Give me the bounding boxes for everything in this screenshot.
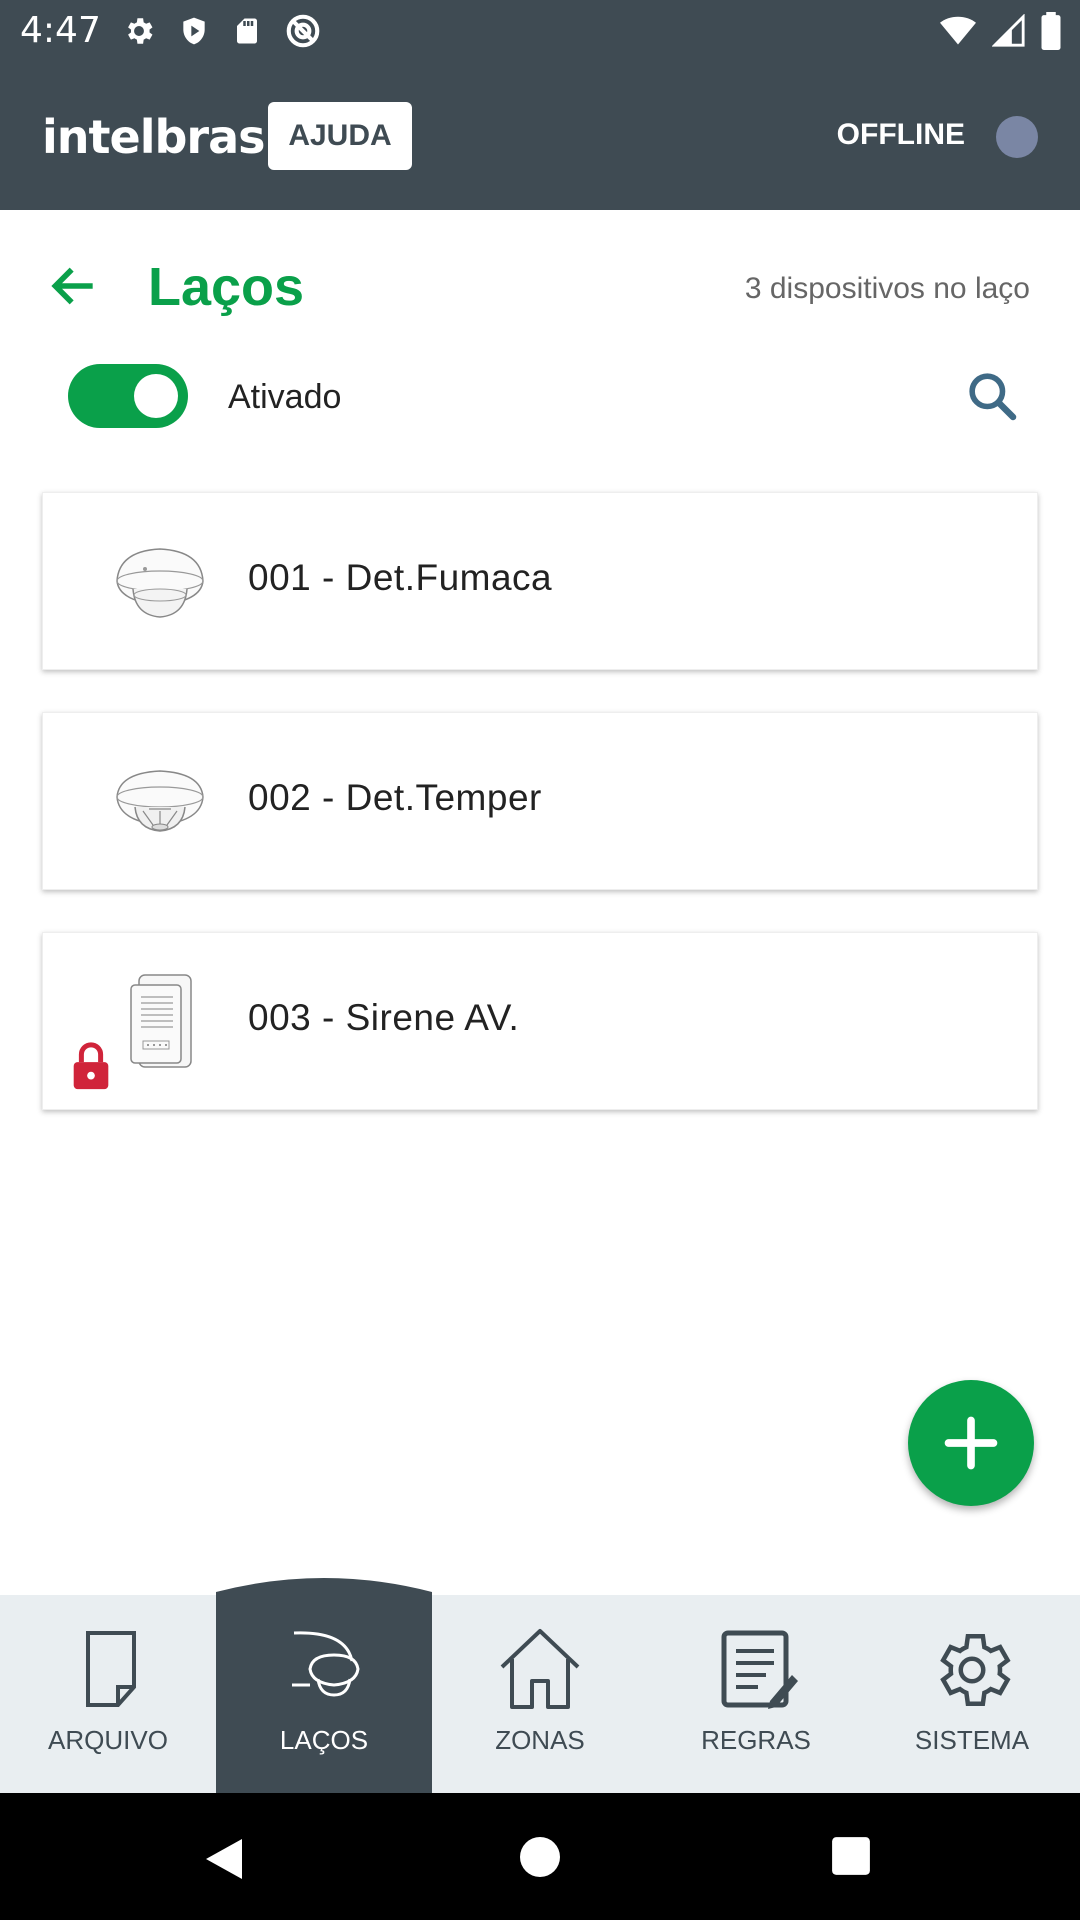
file-icon xyxy=(86,1631,136,1707)
connection-status: OFFLINE xyxy=(836,118,965,151)
system-navigation-bar xyxy=(0,1793,1080,1920)
device-card[interactable]: 002 - Det.Temper xyxy=(42,712,1038,890)
recents-square-icon[interactable] xyxy=(830,1835,872,1877)
connection-status-dot xyxy=(996,116,1038,158)
nav-item-regras[interactable]: REGRAS xyxy=(648,1595,864,1793)
home-circle-icon[interactable] xyxy=(518,1835,562,1879)
settings-icon xyxy=(940,1634,1011,1706)
back-triangle-icon[interactable] xyxy=(202,1835,246,1883)
nav-label: SISTEMA xyxy=(914,1725,1030,1755)
battery-icon xyxy=(1041,12,1061,50)
siren-icon xyxy=(130,974,192,1068)
nav-item-arquivo[interactable]: ARQUIVO xyxy=(0,1595,216,1793)
gear-icon xyxy=(128,18,153,44)
help-button[interactable]: AJUDA xyxy=(268,102,412,170)
nav-item-zonas[interactable]: ZONAS xyxy=(432,1595,648,1793)
nav-label: ZONAS xyxy=(495,1725,585,1755)
device-label: 003 - Sirene AV. xyxy=(248,997,520,1038)
rules-icon xyxy=(721,1630,798,1709)
toggle-knob xyxy=(134,374,178,418)
toggle-label: Ativado xyxy=(228,378,342,416)
back-arrow-icon[interactable] xyxy=(46,258,102,314)
add-device-button[interactable] xyxy=(908,1380,1034,1506)
no-sync-icon xyxy=(286,14,320,48)
signal-icon xyxy=(992,14,1025,47)
sd-card-icon xyxy=(237,18,257,44)
app-bar: intelbras AJUDA OFFLINE xyxy=(0,62,1080,210)
bottom-navigation: ARQUIVO LAÇOS ZONAS REGRAS SISTEMA xyxy=(0,1595,1080,1793)
device-card[interactable]: 003 - Sirene AV. xyxy=(42,932,1038,1110)
status-bar: 4:47 xyxy=(0,0,1080,62)
page-title: Laços xyxy=(148,257,305,317)
nav-item-sistema[interactable]: SISTEMA xyxy=(864,1595,1080,1793)
status-time: 4:47 xyxy=(20,10,101,51)
device-count: 3 dispositivos no laço xyxy=(744,272,1030,305)
loop-detector-icon xyxy=(292,1631,360,1697)
nav-label: ARQUIVO xyxy=(48,1725,168,1755)
nav-label: REGRAS xyxy=(701,1725,811,1755)
plus-icon xyxy=(944,1416,998,1470)
nav-item-lacos[interactable]: LAÇOS xyxy=(216,1595,432,1793)
loop-enabled-toggle[interactable] xyxy=(68,364,188,428)
house-icon xyxy=(500,1629,580,1709)
smoke-detector-icon xyxy=(116,548,204,618)
brand-logo: intelbras xyxy=(42,110,266,164)
wifi-icon xyxy=(940,16,976,45)
device-card[interactable]: 001 - Det.Fumaca xyxy=(42,492,1038,670)
device-label: 001 - Det.Fumaca xyxy=(248,557,553,598)
device-label: 002 - Det.Temper xyxy=(248,777,542,818)
heat-detector-icon xyxy=(116,770,204,832)
shield-icon xyxy=(183,17,205,45)
nav-label: LAÇOS xyxy=(279,1725,369,1755)
search-icon[interactable] xyxy=(964,368,1020,424)
